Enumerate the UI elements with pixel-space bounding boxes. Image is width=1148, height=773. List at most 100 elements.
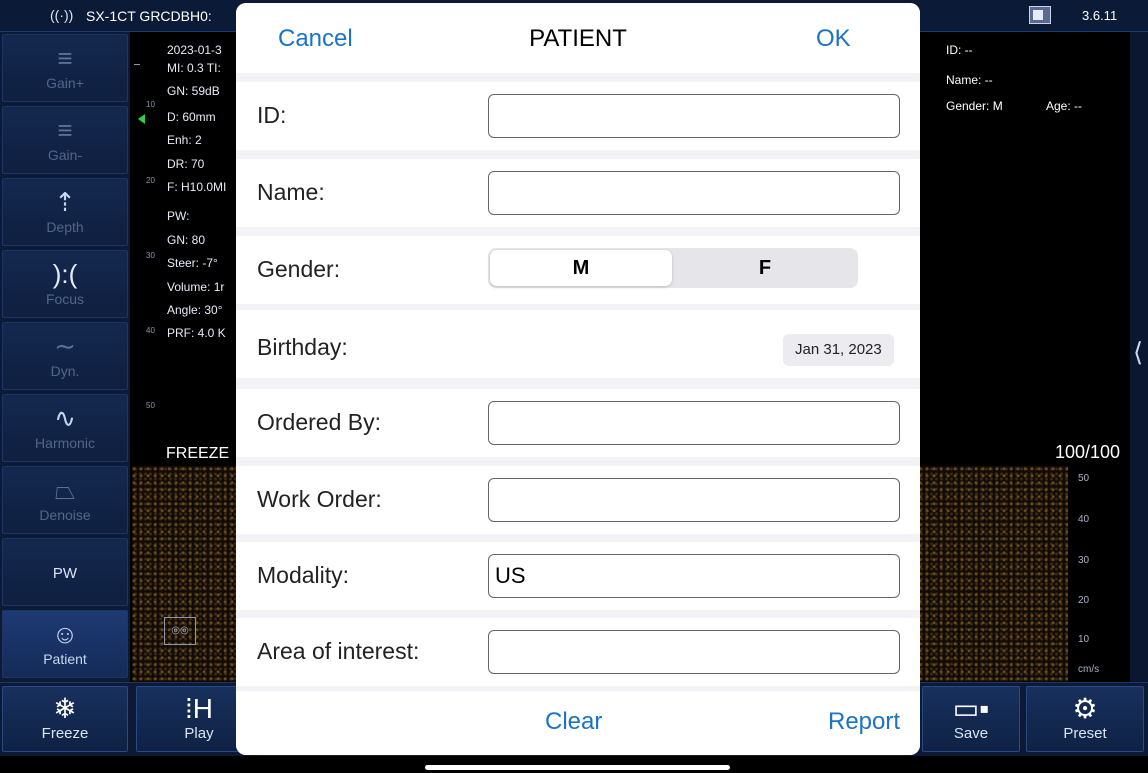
doppler-spectrum-left (132, 466, 236, 682)
velocity-scale-label: 50 (1078, 473, 1090, 484)
patient-label: Patient (43, 651, 87, 667)
dynamic-range-button[interactable]: ∼ Dyn. (2, 322, 128, 390)
gender-option-m[interactable]: M (490, 250, 672, 286)
birthday-row: Birthday: Jan 31, 2023 (236, 310, 920, 378)
snowflake-icon: ❄ (53, 693, 77, 724)
depth-tick-label: 10 (146, 100, 155, 109)
wireless-signal-icon: ((·)) (50, 7, 74, 23)
ultrasound-image-right (918, 32, 1118, 462)
depth-icon: ⇡ (54, 187, 76, 217)
birthday-date-picker[interactable]: Jan 31, 2023 (783, 334, 894, 366)
gain-down-icon: ≡ (57, 115, 73, 145)
home-indicator[interactable] (425, 765, 730, 770)
scan-info-line: GN: 59dB (167, 84, 220, 98)
scan-info-line: Enh: 2 (167, 133, 202, 147)
area-of-interest-row: Area of interest: (236, 618, 920, 686)
gain-up-label: Gain+ (46, 75, 84, 91)
velocity-scale-label: 10 (1078, 634, 1090, 645)
depth-tick-label: 30 (146, 251, 155, 260)
depth-button[interactable]: ⇡ Depth (2, 178, 128, 246)
side-panel-handle[interactable]: ⟨ (1130, 32, 1148, 682)
id-label: ID: (257, 102, 287, 128)
dynamic-range-icon: ∼ (54, 331, 76, 361)
pw-ratio-readout: 100/100 (1055, 442, 1121, 462)
harmonic-button[interactable]: ∿ Harmonic (2, 394, 128, 462)
ordered-by-row: Ordered By: (236, 389, 920, 457)
chevron-left-icon: ⟨ (1133, 337, 1144, 367)
focus-icon: ):( (52, 259, 78, 289)
name-label: Name: (257, 179, 325, 205)
scan-info-line: GN: 80 (167, 233, 206, 247)
focus-marker-icon (138, 114, 145, 124)
gender-row: Gender: M F (236, 236, 920, 304)
scan-info-line: D: 60mm (167, 110, 216, 124)
doppler-spectrum-right (918, 466, 1068, 682)
scan-info-line: DR: 70 (167, 157, 205, 171)
scan-info-line: PW: (167, 209, 190, 223)
area-of-interest-field[interactable] (488, 630, 900, 674)
depth-tick-label: 20 (146, 176, 155, 185)
scan-info-line: MI: 0.3 TI: (167, 61, 221, 75)
ordered-by-field[interactable] (488, 401, 900, 445)
velocity-scale-label: 20 (1078, 595, 1090, 606)
velocity-scale-label: 40 (1078, 514, 1090, 525)
preset-button-label: Preset (1063, 725, 1107, 742)
battery-icon (1029, 6, 1051, 24)
gender-option-f[interactable]: F (674, 250, 856, 286)
scan-info-line: Steer: -7° (167, 256, 218, 270)
work-order-label: Work Order: (257, 486, 382, 512)
preset-button[interactable]: ⚙ Preset (1026, 686, 1144, 752)
patient-button[interactable]: ☺ Patient (2, 610, 128, 678)
scan-info-line: F: H10.0MI (167, 180, 227, 194)
freeze-button-label: Freeze (41, 725, 89, 742)
denoise-button[interactable]: ⏢ Denoise (2, 466, 128, 534)
focus-button[interactable]: ):( Focus (2, 250, 128, 318)
modality-field[interactable] (488, 554, 900, 598)
ok-button[interactable]: OK (816, 25, 851, 53)
doppler-mode-icon: ◎◎ (164, 617, 196, 645)
scan-info-line: PRF: 4.0 K (167, 326, 226, 340)
denoise-icon: ⏢ (54, 475, 76, 505)
work-order-field[interactable] (488, 478, 900, 522)
gender-label: Gender: (257, 256, 341, 282)
harmonic-wave-icon: ∿ (54, 403, 76, 433)
patient-name-readout: Name: -- (946, 73, 993, 87)
save-button-label: Save (953, 725, 989, 742)
id-field[interactable] (488, 94, 900, 138)
freeze-indicator: FREEZE (166, 445, 230, 462)
dialog-header: Cancel PATIENT OK (236, 3, 920, 73)
scan-info-line: Volume: 1r (167, 280, 225, 294)
velocity-unit: cm/s (1078, 664, 1100, 675)
clear-button[interactable]: Clear (545, 708, 602, 736)
control-sidebar: ≡ Gain+ ≡ Gain- ⇡ Depth ):( Focus ∼ Dyn.… (0, 32, 130, 682)
gain-up-icon: ≡ (57, 43, 73, 73)
patient-dialog: Cancel PATIENT OK ID: Name: Gender: M F … (236, 3, 920, 755)
scan-info-line: 2023-01-3 (167, 43, 222, 57)
area-of-interest-label: Area of interest: (257, 638, 420, 664)
name-field[interactable] (488, 171, 900, 215)
velocity-scale-label: 30 (1078, 555, 1090, 566)
focus-label: Focus (45, 291, 85, 307)
freeze-button[interactable]: ❄ Freeze (2, 686, 128, 752)
depth-label: Depth (46, 219, 84, 235)
gain-down-button[interactable]: ≡ Gain- (2, 106, 128, 174)
save-button[interactable]: ▭▪ Save (922, 686, 1020, 752)
pw-mode-button[interactable]: PW (2, 538, 128, 606)
modality-row: Modality: (236, 542, 920, 610)
dynamic-range-label: Dyn. (50, 363, 80, 379)
birthday-label: Birthday: (257, 334, 348, 360)
work-order-row: Work Order: (236, 466, 920, 534)
id-row: ID: (236, 82, 920, 150)
gain-up-button[interactable]: ≡ Gain+ (2, 34, 128, 102)
scan-info-line: Angle: 30° (167, 303, 223, 317)
patient-gender-readout: Gender: M (946, 99, 1003, 113)
report-button[interactable]: Report (828, 708, 900, 736)
depth-tick-label: 50 (146, 401, 155, 410)
depth-tick-label: 40 (146, 326, 155, 335)
modality-label: Modality: (257, 562, 350, 588)
name-row: Name: (236, 159, 920, 227)
patient-age-readout: Age: -- (1046, 99, 1083, 113)
depth-ruler-tick (134, 64, 140, 65)
device-name: SX-1CT GRCDBH0: (86, 8, 212, 24)
dialog-footer: Clear Report (236, 691, 920, 755)
